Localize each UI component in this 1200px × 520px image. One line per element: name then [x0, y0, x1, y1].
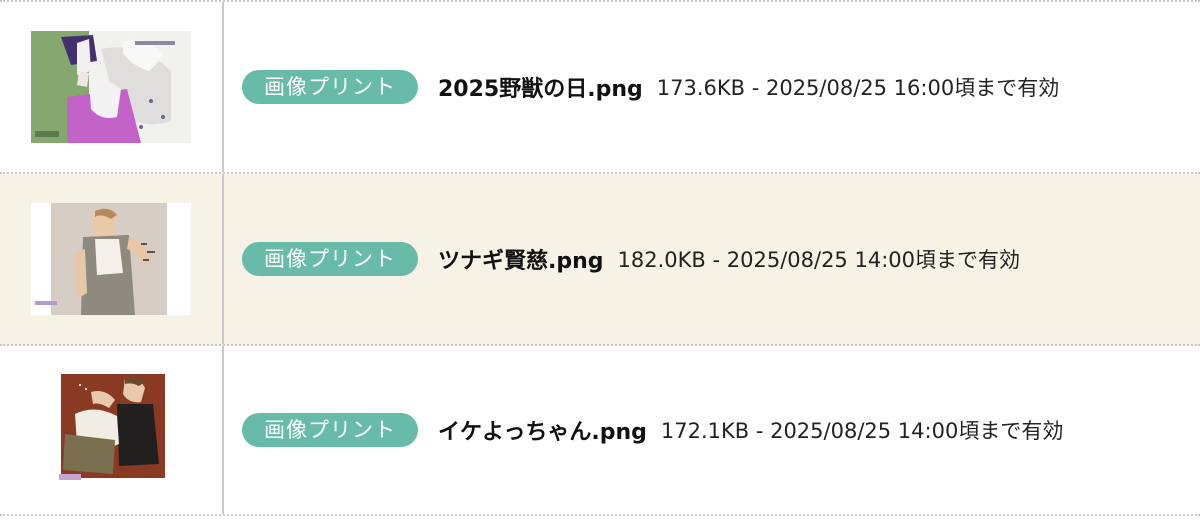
file-name-link[interactable]: イケよっちゃん.png — [438, 414, 647, 446]
image-print-badge: 画像プリント — [242, 242, 418, 276]
image-thumbnail[interactable] — [31, 31, 191, 143]
image-thumbnail[interactable] — [55, 374, 167, 486]
image-print-badge: 画像プリント — [242, 70, 418, 104]
file-row: 画像プリント 2025野獣の日.png 173.6KB - 2025/08/25… — [0, 2, 1200, 174]
image-print-badge: 画像プリント — [242, 413, 418, 447]
file-meta: 173.6KB - 2025/08/25 16:00頃まで有効 — [656, 76, 1060, 100]
file-meta: 182.0KB - 2025/08/25 14:00頃まで有効 — [617, 248, 1020, 272]
file-name-link[interactable]: ツナギ賢慈.png — [438, 243, 604, 275]
file-meta: 172.1KB - 2025/08/25 14:00頃まで有効 — [660, 419, 1064, 443]
thumbnail-cell — [0, 2, 224, 172]
image-thumbnail[interactable] — [31, 203, 191, 315]
file-row: 画像プリント イケよっちゃん.png 172.1KB - 2025/08/25 … — [0, 346, 1200, 516]
file-info: 画像プリント ツナギ賢慈.png 182.0KB - 2025/08/25 14… — [224, 174, 1200, 344]
file-list: 画像プリント 2025野獣の日.png 173.6KB - 2025/08/25… — [0, 0, 1200, 520]
thumbnail-cell — [0, 174, 224, 344]
file-info: 画像プリント イケよっちゃん.png 172.1KB - 2025/08/25 … — [224, 346, 1200, 514]
file-row: 画像プリント ツナギ賢慈.png 182.0KB - 2025/08/25 14… — [0, 174, 1200, 346]
file-info: 画像プリント 2025野獣の日.png 173.6KB - 2025/08/25… — [224, 2, 1200, 172]
file-name-link[interactable]: 2025野獣の日.png — [438, 71, 643, 103]
thumbnail-cell — [0, 346, 224, 514]
